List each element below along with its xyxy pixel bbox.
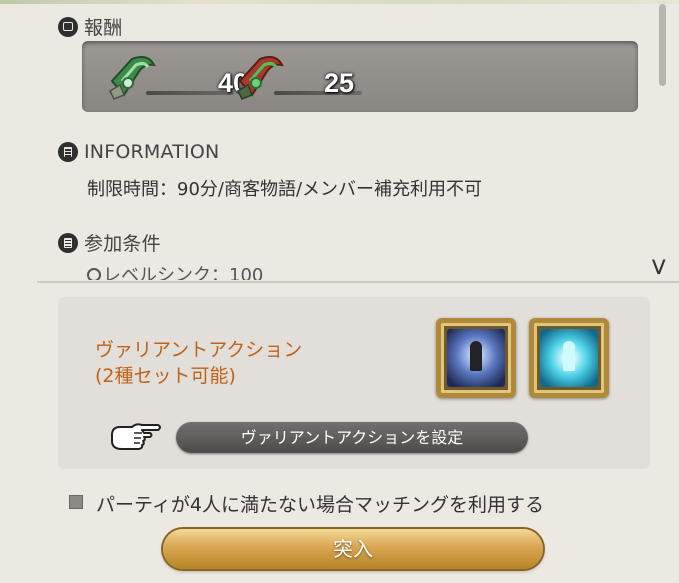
rewards-box: 40 25	[82, 41, 638, 112]
pointing-hand-icon	[111, 423, 161, 450]
variant-action-slot-1[interactable]	[436, 318, 516, 398]
rewards-header: 報酬	[58, 13, 122, 40]
figure-shape	[470, 340, 482, 371]
chevron-down-icon[interactable]: ⋁	[652, 256, 665, 275]
information-header: INFORMATION	[58, 141, 219, 163]
variant-action-1-icon	[447, 329, 505, 387]
reward-box-icon	[58, 16, 78, 37]
variant-action-title: ヴァリアントアクション (2種セット可能)	[95, 337, 302, 389]
variant-action-title-line1: ヴァリアントアクション	[95, 339, 303, 361]
variant-action-slot-2[interactable]	[529, 318, 609, 398]
duty-info-scroll-area[interactable]: 報酬 40 25 INFORMATION 制限時間：90分/商客物語/メンバー補…	[0, 0, 679, 280]
figure-shape	[563, 340, 575, 371]
level-sync-text: レベルシンク：100	[87, 261, 263, 280]
commence-button[interactable]: 突入	[163, 529, 543, 569]
scrollbar-thumb[interactable]	[659, 4, 666, 86]
document-icon	[58, 142, 78, 162]
variant-action-title-line2: (2種セット可能)	[95, 365, 236, 387]
requirements-title: 参加条件	[84, 233, 161, 255]
requirements-header: 参加条件	[58, 229, 161, 256]
variant-action-2-icon	[540, 329, 598, 387]
set-variant-action-button[interactable]: ヴァリアントアクションを設定	[176, 422, 528, 453]
document-icon	[58, 232, 78, 253]
matching-checkbox[interactable]	[69, 495, 83, 509]
divider	[37, 281, 679, 283]
rewards-title: 報酬	[84, 17, 123, 39]
green-tomestone-icon	[109, 56, 156, 100]
reward-count: 25	[324, 68, 355, 98]
red-tomestone-icon	[237, 56, 284, 100]
level-sync-icon	[87, 268, 101, 280]
information-text: 制限時間：90分/商客物語/メンバー補充利用不可	[87, 179, 483, 200]
matching-checkbox-label[interactable]: パーティが4人に満たない場合マッチングを利用する	[96, 490, 544, 517]
information-title: INFORMATION	[84, 141, 220, 163]
reward-item[interactable]: 25	[234, 41, 384, 112]
